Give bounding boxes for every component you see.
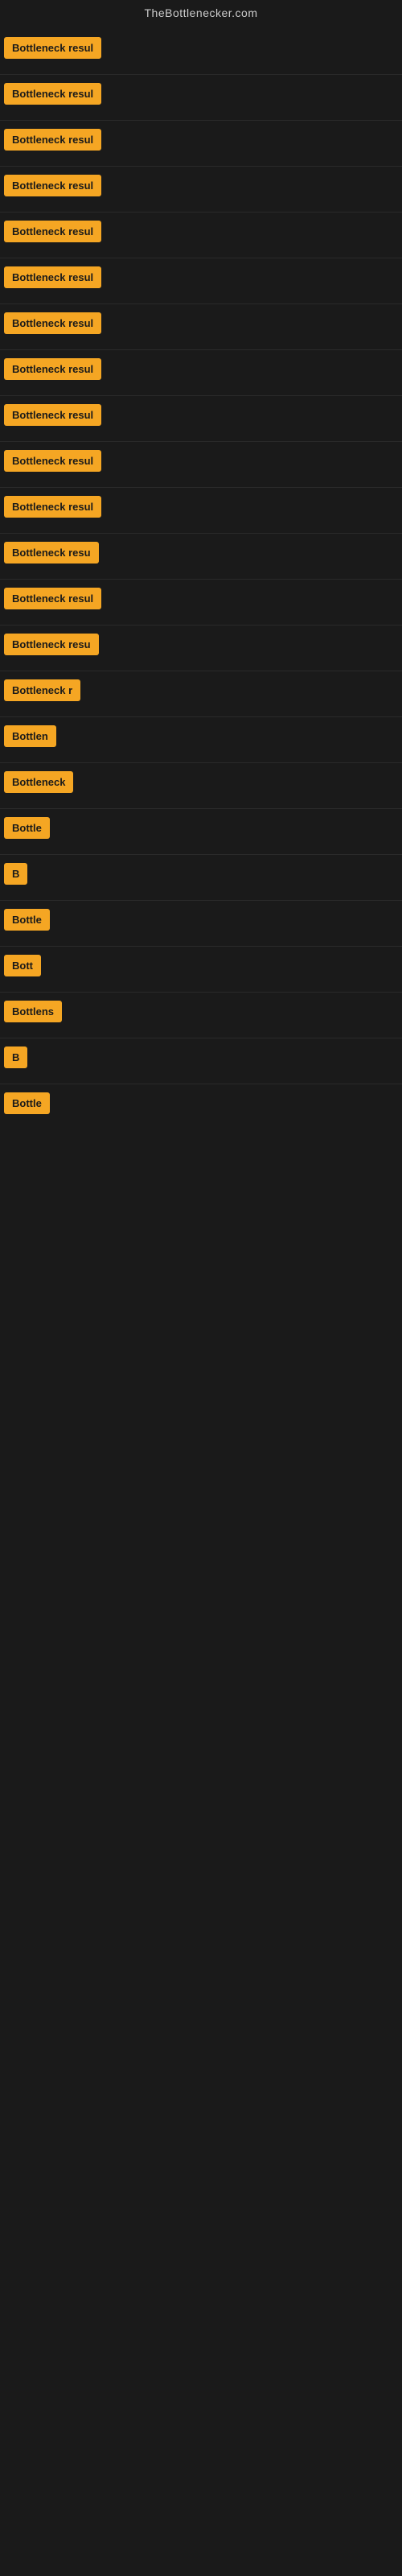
result-row: Bottleneck resul xyxy=(0,258,402,304)
bottleneck-badge[interactable]: Bottleneck resul xyxy=(4,83,101,105)
bottleneck-badge[interactable]: Bottleneck resul xyxy=(4,37,101,59)
bottleneck-badge[interactable]: Bottleneck resul xyxy=(4,588,101,609)
bottleneck-badge[interactable]: Bottleneck resul xyxy=(4,129,101,151)
result-row: Bottleneck resul xyxy=(0,75,402,121)
result-row: Bottleneck resul xyxy=(0,167,402,213)
bottleneck-badge[interactable]: Bottlens xyxy=(4,1001,62,1022)
bottleneck-badge[interactable]: Bottlen xyxy=(4,725,56,747)
bottleneck-badge[interactable]: Bottleneck resul xyxy=(4,266,101,288)
bottleneck-badge[interactable]: Bottleneck resul xyxy=(4,175,101,196)
results-container: Bottleneck resul Bottleneck resul Bottlene… xyxy=(0,29,402,1129)
result-row: Bottle xyxy=(0,901,402,947)
result-row: Bottle xyxy=(0,1084,402,1129)
bottleneck-badge[interactable]: Bottleneck resul xyxy=(4,404,101,426)
bottleneck-badge[interactable]: Bottleneck resul xyxy=(4,221,101,242)
bottleneck-badge[interactable]: B xyxy=(4,863,27,885)
bottleneck-badge[interactable]: Bottleneck resul xyxy=(4,312,101,334)
bottleneck-badge[interactable]: Bottleneck resul xyxy=(4,496,101,518)
result-row: Bottleneck resul xyxy=(0,488,402,534)
bottleneck-badge[interactable]: Bottleneck r xyxy=(4,679,80,701)
bottleneck-badge[interactable]: Bottleneck resu xyxy=(4,542,99,564)
result-row: B xyxy=(0,855,402,901)
result-row: Bottleneck resul xyxy=(0,350,402,396)
result-row: Bottleneck resul xyxy=(0,121,402,167)
result-row: Bottleneck xyxy=(0,763,402,809)
bottleneck-badge[interactable]: Bott xyxy=(4,955,41,976)
result-row: Bottleneck resu xyxy=(0,534,402,580)
result-row: Bottleneck resul xyxy=(0,304,402,350)
site-title: TheBottlenecker.com xyxy=(0,0,402,29)
bottleneck-badge[interactable]: Bottle xyxy=(4,909,50,931)
result-row: Bottleneck resul xyxy=(0,442,402,488)
bottleneck-badge[interactable]: Bottle xyxy=(4,1092,50,1114)
result-row: B xyxy=(0,1038,402,1084)
result-row: Bott xyxy=(0,947,402,993)
bottleneck-badge[interactable]: Bottleneck resul xyxy=(4,358,101,380)
bottleneck-badge[interactable]: B xyxy=(4,1046,27,1068)
bottleneck-badge[interactable]: Bottle xyxy=(4,817,50,839)
result-row: Bottlens xyxy=(0,993,402,1038)
result-row: Bottleneck resu xyxy=(0,625,402,671)
bottleneck-badge[interactable]: Bottleneck xyxy=(4,771,73,793)
bottleneck-badge[interactable]: Bottleneck resu xyxy=(4,634,99,655)
result-row: Bottleneck resul xyxy=(0,396,402,442)
result-row: Bottleneck resul xyxy=(0,29,402,75)
site-header: TheBottlenecker.com xyxy=(0,0,402,29)
bottleneck-badge[interactable]: Bottleneck resul xyxy=(4,450,101,472)
result-row: Bottlen xyxy=(0,717,402,763)
result-row: Bottleneck resul xyxy=(0,213,402,258)
result-row: Bottleneck resul xyxy=(0,580,402,625)
result-row: Bottleneck r xyxy=(0,671,402,717)
result-row: Bottle xyxy=(0,809,402,855)
